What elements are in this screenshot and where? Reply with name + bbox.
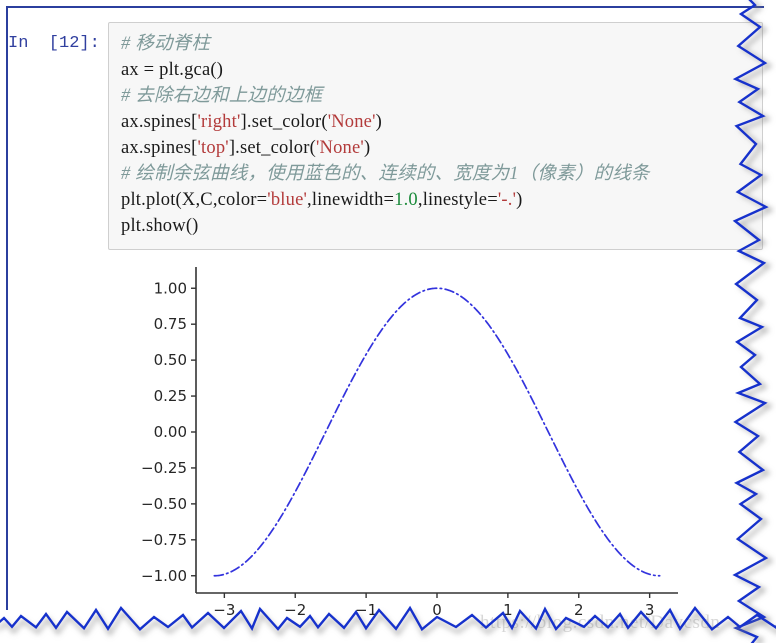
x-axis-tick-label: −2 [284, 601, 306, 615]
code-token-plain: ) [516, 190, 523, 210]
y-axis-tick-label: −1.00 [141, 567, 187, 585]
code-token-plain: ,linewidth= [307, 190, 395, 210]
watermark-text: https://blog.csdn.net/Davcsdn [480, 612, 721, 633]
code-token-plain: plt.plot(X,C,color= [121, 190, 268, 210]
code-token-string: 'blue' [267, 190, 308, 210]
code-line: # 去除右边和上边的边框 [121, 83, 752, 109]
code-line: plt.show() [121, 213, 752, 239]
x-axis-tick-label: −3 [213, 601, 235, 615]
code-token-comment: # 去除右边和上边的边框 [121, 86, 323, 106]
y-axis-tick-label: −0.50 [141, 495, 187, 513]
code-token-plain: plt.show() [121, 216, 199, 236]
notebook-cell: In [12]: # 移动脊柱 ax = plt.gca() # 去除右边和上边的边… [8, 22, 763, 250]
plot-line-C [213, 287, 661, 577]
code-line: ax.spines['top'].set_color('None') [121, 135, 752, 161]
code-line: ax = plt.gca() [121, 57, 752, 83]
code-line: # 移动脊柱 [121, 31, 752, 57]
code-token-comment: # 移动脊柱 [121, 34, 211, 54]
cosine-plot: −1.00 −0.75 −0.50 −0.25 0.00 0.25 0.50 0.75 1.00… [141, 267, 678, 615]
code-token-string: 'top' [197, 138, 229, 158]
page-frame-top-border [6, 6, 764, 8]
y-axis-tick-label: −0.75 [141, 531, 187, 549]
y-axis-tick-label: 0.25 [154, 387, 187, 405]
code-token-plain: ax.spines[ [121, 112, 198, 132]
y-axis-tick-label: 0.75 [154, 315, 187, 333]
code-token-comment: # 绘制余弦曲线，使用蓝色的、连续的、宽度为1（像素）的线条 [121, 164, 650, 184]
code-token-string: 'right' [197, 112, 241, 132]
code-token-plain: ax.spines[ [121, 138, 198, 158]
screenshot-root: In [12]: # 移动脊柱 ax = plt.gca() # 去除右边和上边的边… [0, 0, 776, 643]
code-token-plain: ].set_color( [228, 138, 316, 158]
code-token-number: 1.0 [394, 190, 418, 210]
y-axis-tick-label: 1.00 [154, 279, 187, 297]
code-token-string: '-.' [497, 190, 517, 210]
y-axis-tick-label: 0.00 [154, 423, 187, 441]
code-line: # 绘制余弦曲线，使用蓝色的、连续的、宽度为1（像素）的线条 [121, 161, 752, 187]
code-token-plain: ) [363, 138, 371, 158]
code-line: ax.spines['right'].set_color('None') [121, 109, 752, 135]
code-editor[interactable]: # 移动脊柱 ax = plt.gca() # 去除右边和上边的边框 ax.spine… [108, 22, 763, 250]
y-axis-tick-label: 0.50 [154, 351, 187, 369]
y-axis-tick-label: −0.25 [141, 459, 187, 477]
x-axis-tick-label: 0 [432, 601, 442, 615]
matplotlib-figure-output: −1.00 −0.75 −0.50 −0.25 0.00 0.25 0.50 0.75 1.00… [130, 255, 690, 615]
code-token-string: 'None' [327, 112, 376, 132]
code-line: plt.plot(X,C,color='blue',linewidth=1.0,… [121, 187, 752, 213]
code-token-string: 'None' [315, 138, 364, 158]
cell-prompt-label: In [12]: [8, 34, 100, 53]
x-axis-tick-label: −1 [355, 601, 377, 615]
code-token-plain: ax = plt.gca() [121, 60, 224, 80]
code-token-plain: ) [375, 112, 383, 132]
code-token-plain: ].set_color( [240, 112, 328, 132]
code-token-plain: ,linestyle= [417, 190, 498, 210]
